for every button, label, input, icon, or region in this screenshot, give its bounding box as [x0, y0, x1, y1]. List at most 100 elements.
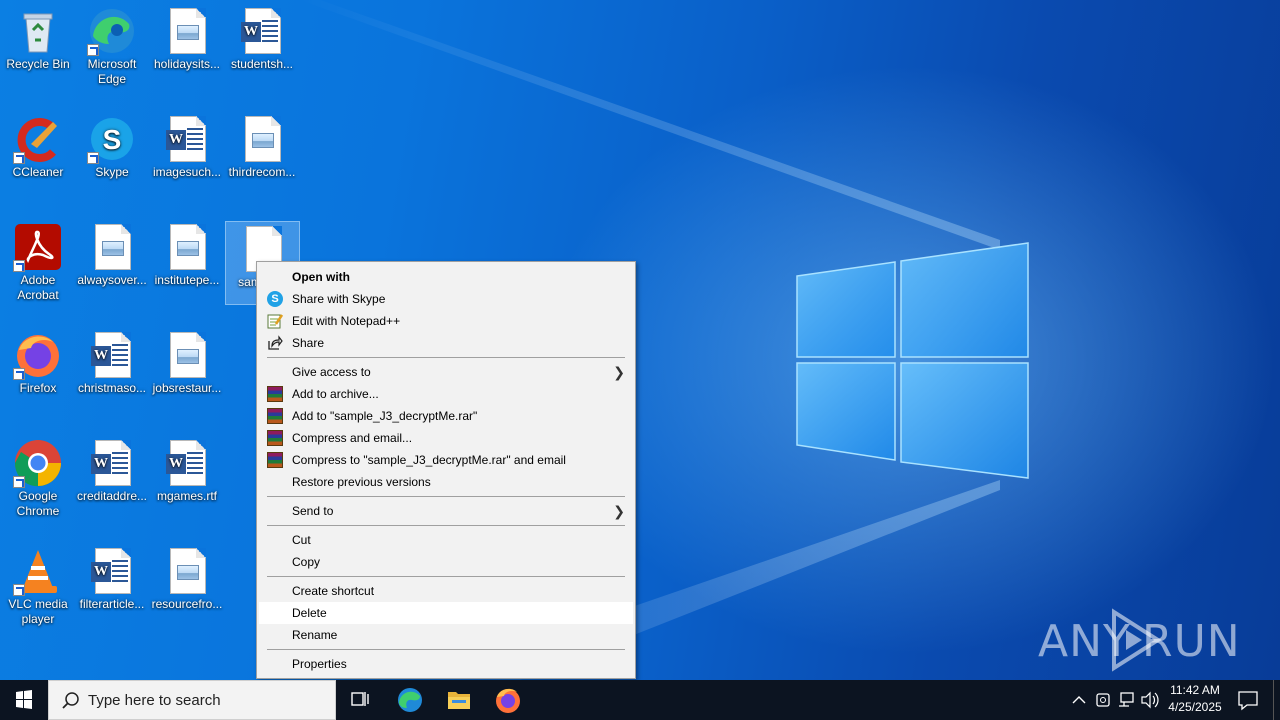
desktop-icon-file[interactable]: W christmaso...: [74, 324, 150, 404]
menu-item-share-with-skype[interactable]: S Share with Skype: [259, 288, 633, 310]
desktop-icon-file[interactable]: W mgames.rtf: [149, 432, 225, 512]
icon-label: studentsh...: [230, 57, 294, 71]
taskbar-file-explorer[interactable]: [435, 680, 483, 720]
image-file-icon: [162, 330, 212, 380]
taskbar: Type here to search 11:42 AM 4/25/2025: [0, 680, 1280, 720]
icon-label: jobsrestaur...: [152, 381, 222, 395]
firefox-icon: [13, 330, 63, 380]
menu-item-give-access-to[interactable]: Give access to ❯: [259, 361, 633, 383]
menu-item-share[interactable]: Share: [259, 332, 633, 354]
icon-label: filterarticle...: [79, 597, 145, 611]
action-center-button[interactable]: [1230, 680, 1266, 720]
menu-item-compress-and-email[interactable]: Compress and email...: [259, 427, 633, 449]
share-icon: [267, 335, 283, 351]
shortcut-arrow-icon: [13, 260, 25, 272]
menu-separator: [267, 496, 625, 497]
chevron-right-icon: ❯: [613, 503, 625, 519]
network-icon: [1119, 692, 1134, 707]
tray-device[interactable]: [1092, 680, 1114, 720]
vlc-icon: [13, 546, 63, 596]
menu-item-label: Compress and email...: [292, 431, 413, 445]
menu-separator: [267, 576, 625, 577]
menu-separator: [267, 649, 625, 650]
icon-label: creditaddre...: [76, 489, 148, 503]
desktop-icon-file[interactable]: holidaysits...: [149, 0, 225, 80]
skype-icon: S: [267, 291, 283, 307]
image-file-icon: [162, 6, 212, 56]
task-view-button[interactable]: [336, 680, 384, 720]
chrome-icon: [13, 438, 63, 488]
search-icon: [62, 692, 79, 709]
chevron-up-icon: [1072, 696, 1086, 704]
desktop-icon-skype[interactable]: S Skype: [74, 108, 150, 188]
menu-item-label: Rename: [292, 628, 338, 642]
icon-label: christmaso...: [77, 381, 146, 395]
menu-item-rename[interactable]: Rename: [259, 624, 633, 646]
menu-item-copy[interactable]: Copy: [259, 551, 633, 573]
chevron-right-icon: ❯: [613, 364, 625, 380]
menu-item-add-to-rar[interactable]: Add to "sample_J3_decryptMe.rar": [259, 405, 633, 427]
menu-item-label: Compress to "sample_J3_decryptMe.rar" an…: [292, 453, 566, 467]
desktop-icon-file[interactable]: jobsrestaur...: [149, 324, 225, 404]
image-file-icon: [87, 222, 137, 272]
anyrun-watermark: ANY RUN: [1038, 608, 1240, 676]
menu-item-delete[interactable]: Delete: [259, 602, 633, 624]
shortcut-arrow-icon: [87, 152, 99, 164]
tray-overflow-button[interactable]: [1068, 680, 1090, 720]
shortcut-arrow-icon: [13, 368, 25, 380]
desktop-icon-file[interactable]: institutepe...: [149, 216, 225, 296]
desktop-icon-file[interactable]: alwaysover...: [74, 216, 150, 296]
menu-item-label: Cut: [292, 533, 311, 547]
desktop-icon-file[interactable]: resourcefro...: [149, 540, 225, 620]
desktop-icon-microsoft-edge[interactable]: Microsoft Edge: [74, 0, 150, 90]
taskbar-firefox[interactable]: [484, 680, 532, 720]
taskbar-clock[interactable]: 11:42 AM 4/25/2025: [1160, 682, 1230, 716]
icon-label: institutepe...: [154, 273, 220, 287]
winrar-icon: [267, 452, 283, 468]
file-explorer-icon: [448, 692, 470, 709]
desktop-icon-vlc[interactable]: VLC media player: [0, 540, 76, 630]
menu-item-label: Create shortcut: [292, 584, 375, 598]
desktop-icon-file[interactable]: W studentsh...: [224, 0, 300, 80]
image-file-icon: [162, 546, 212, 596]
desktop-icon-file[interactable]: W filterarticle...: [74, 540, 150, 620]
word-file-icon: W: [162, 438, 212, 488]
menu-item-restore-previous-versions[interactable]: Restore previous versions: [259, 471, 633, 493]
desktop-icon-firefox[interactable]: Firefox: [0, 324, 76, 404]
tray-volume[interactable]: [1139, 680, 1161, 720]
menu-item-label: Restore previous versions: [292, 475, 431, 489]
menu-item-label: Copy: [292, 555, 321, 569]
desktop-icon-file[interactable]: W creditaddre...: [74, 432, 150, 512]
icon-label: Recycle Bin: [6, 57, 70, 71]
start-button[interactable]: [0, 680, 48, 720]
icon-label: resourcefro...: [151, 597, 223, 611]
menu-item-add-to-archive[interactable]: Add to archive...: [259, 383, 633, 405]
shortcut-arrow-icon: [13, 476, 25, 488]
clock-date: 4/25/2025: [1168, 700, 1222, 714]
desktop-icon-recycle-bin[interactable]: Recycle Bin: [0, 0, 76, 86]
desktop-icon-adobe-acrobat[interactable]: Adobe Acrobat: [0, 216, 76, 306]
menu-item-properties[interactable]: Properties: [259, 653, 633, 675]
desktop-icon-ccleaner[interactable]: CCleaner: [0, 108, 76, 194]
taskbar-edge[interactable]: [386, 680, 434, 720]
menu-item-label: Edit with Notepad++: [292, 314, 401, 328]
skype-icon: S: [87, 114, 137, 164]
desktop-icon-file[interactable]: thirdrecom...: [224, 108, 300, 188]
menu-item-compress-to-rar-and-email[interactable]: Compress to "sample_J3_decryptMe.rar" an…: [259, 449, 633, 471]
menu-item-edit-with-notepadpp[interactable]: Edit with Notepad++: [259, 310, 633, 332]
menu-item-send-to[interactable]: Send to ❯: [259, 500, 633, 522]
menu-item-create-shortcut[interactable]: Create shortcut: [259, 580, 633, 602]
clock-time: 11:42 AM: [1170, 683, 1220, 697]
desktop-icon-google-chrome[interactable]: Google Chrome: [0, 432, 76, 522]
shortcut-arrow-icon: [87, 44, 99, 56]
taskbar-search-box[interactable]: Type here to search: [48, 680, 336, 720]
show-desktop-button[interactable]: [1273, 680, 1280, 720]
menu-item-open-with[interactable]: Open with: [259, 266, 633, 288]
shortcut-arrow-icon: [13, 152, 25, 164]
desktop-icon-file[interactable]: W imagesuch...: [149, 108, 225, 188]
volume-icon: [1141, 691, 1159, 709]
menu-item-cut[interactable]: Cut: [259, 529, 633, 551]
search-placeholder: Type here to search: [88, 692, 221, 709]
tray-network[interactable]: [1115, 680, 1137, 720]
task-view-icon: [351, 692, 369, 706]
